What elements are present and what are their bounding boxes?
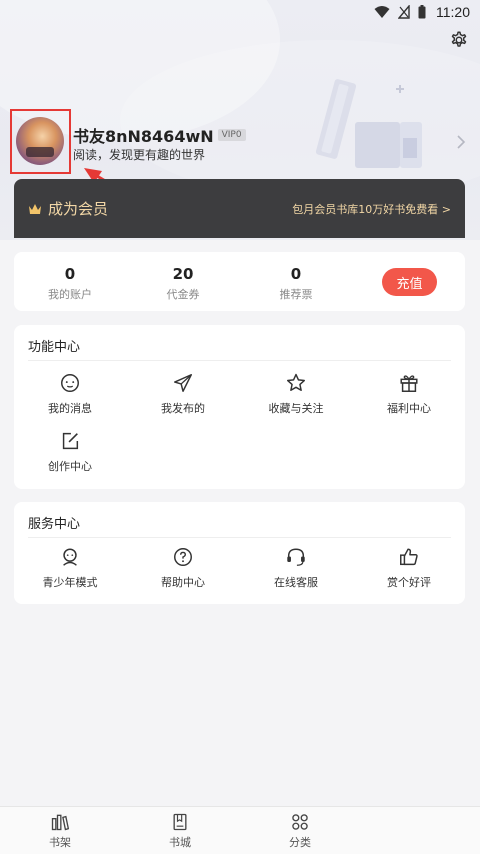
- stat-vouchers[interactable]: 20 代金券: [138, 264, 228, 302]
- wifi-icon: [374, 6, 390, 18]
- function-center-card: 功能中心 我的消息 我发布的 收藏与关注 福利中心 创作中心: [14, 325, 465, 489]
- stat-value: 0: [290, 265, 302, 283]
- function-item-label: 我的消息: [48, 402, 92, 415]
- stat-value: 0: [64, 265, 76, 283]
- thumbs-up-icon: [400, 548, 418, 566]
- function-item-label: 福利中心: [387, 402, 431, 415]
- edit-icon: [62, 432, 79, 450]
- function-item-creation-center[interactable]: 创作中心: [20, 430, 120, 474]
- service-item-label: 青少年模式: [42, 576, 98, 589]
- avatar[interactable]: [16, 117, 64, 165]
- help-icon: [174, 548, 192, 566]
- stat-recommend-tickets[interactable]: 0 推荐票: [251, 264, 341, 302]
- card-title: 服务中心: [28, 517, 81, 532]
- function-item-label: 创作中心: [48, 460, 92, 473]
- stat-label: 代金券: [166, 288, 200, 301]
- settings-gear-icon[interactable]: [448, 29, 470, 51]
- nav-tab-label: 书城: [169, 836, 191, 849]
- teen-mode-icon: [63, 548, 77, 566]
- service-item-online-support[interactable]: 在线客服: [246, 546, 346, 590]
- avatar-highlight-box[interactable]: [10, 109, 71, 174]
- service-item-label: 帮助中心: [161, 576, 205, 589]
- service-item-rate-app[interactable]: 赏个好评: [359, 546, 459, 590]
- status-time: 11:20: [436, 4, 470, 20]
- function-item-messages[interactable]: 我的消息: [20, 372, 120, 416]
- account-card: 0 我的账户 20 代金券 0 推荐票 充值: [14, 252, 465, 311]
- bottom-navigation: 书架 书城 分类: [0, 806, 480, 854]
- nav-tab-label: 书架: [49, 836, 71, 849]
- profile-signature: 阅读，发现更有趣的世界: [73, 148, 206, 162]
- message-icon: [61, 374, 79, 392]
- username[interactable]: 书友8nN8464wN VIP0: [73, 123, 246, 147]
- service-item-label: 赏个好评: [387, 576, 431, 589]
- battery-icon: [418, 5, 426, 19]
- divider: [28, 537, 451, 538]
- stat-my-account[interactable]: 0 我的账户: [25, 264, 115, 302]
- service-item-label: 在线客服: [274, 576, 318, 589]
- service-center-card: 服务中心 青少年模式 帮助中心 在线客服 赏个好评: [14, 502, 465, 604]
- function-item-my-posts[interactable]: 我发布的: [133, 372, 233, 416]
- function-item-favorites[interactable]: 收藏与关注: [246, 372, 346, 416]
- function-item-label: 我发布的: [161, 402, 205, 415]
- nav-tab-bookshelf[interactable]: 书架: [30, 812, 90, 850]
- crown-icon: [29, 203, 41, 214]
- chevron-right-icon[interactable]: [455, 134, 467, 150]
- star-icon: [287, 373, 305, 391]
- service-item-help-center[interactable]: 帮助中心: [133, 546, 233, 590]
- stat-value: 20: [172, 265, 194, 283]
- card-title: 功能中心: [28, 340, 81, 355]
- vip-membership-banner[interactable]: 成为会员 包月会员书库10万好书免费看 >: [14, 179, 465, 238]
- bookshelf-icon: [51, 814, 70, 831]
- gift-icon: [400, 375, 418, 392]
- vip-promo-link[interactable]: 包月会员书库10万好书免费看 >: [292, 201, 451, 217]
- stat-label: 推荐票: [279, 288, 313, 301]
- username-text: 书友8nN8464wN: [73, 127, 214, 146]
- status-bar: 11:20: [0, 0, 480, 24]
- function-item-benefits[interactable]: 福利中心: [359, 372, 459, 416]
- bookstore-icon: [173, 813, 187, 831]
- stat-label: 我的账户: [48, 288, 92, 301]
- divider: [28, 360, 451, 361]
- category-icon: [292, 814, 308, 830]
- recharge-button[interactable]: 充值: [382, 268, 437, 296]
- no-signal-icon: [398, 5, 410, 19]
- books-illustration: [315, 79, 422, 168]
- send-icon: [174, 374, 192, 392]
- service-item-teen-mode[interactable]: 青少年模式: [20, 546, 120, 590]
- headset-icon: [287, 548, 305, 566]
- nav-tab-bookstore[interactable]: 书城: [150, 812, 210, 850]
- function-item-label: 收藏与关注: [268, 402, 324, 415]
- nav-tab-category[interactable]: 分类: [270, 812, 330, 850]
- nav-tab-label: 分类: [289, 836, 311, 849]
- vip-title: 成为会员: [48, 200, 109, 218]
- vip-level-badge: VIP0: [217, 129, 246, 141]
